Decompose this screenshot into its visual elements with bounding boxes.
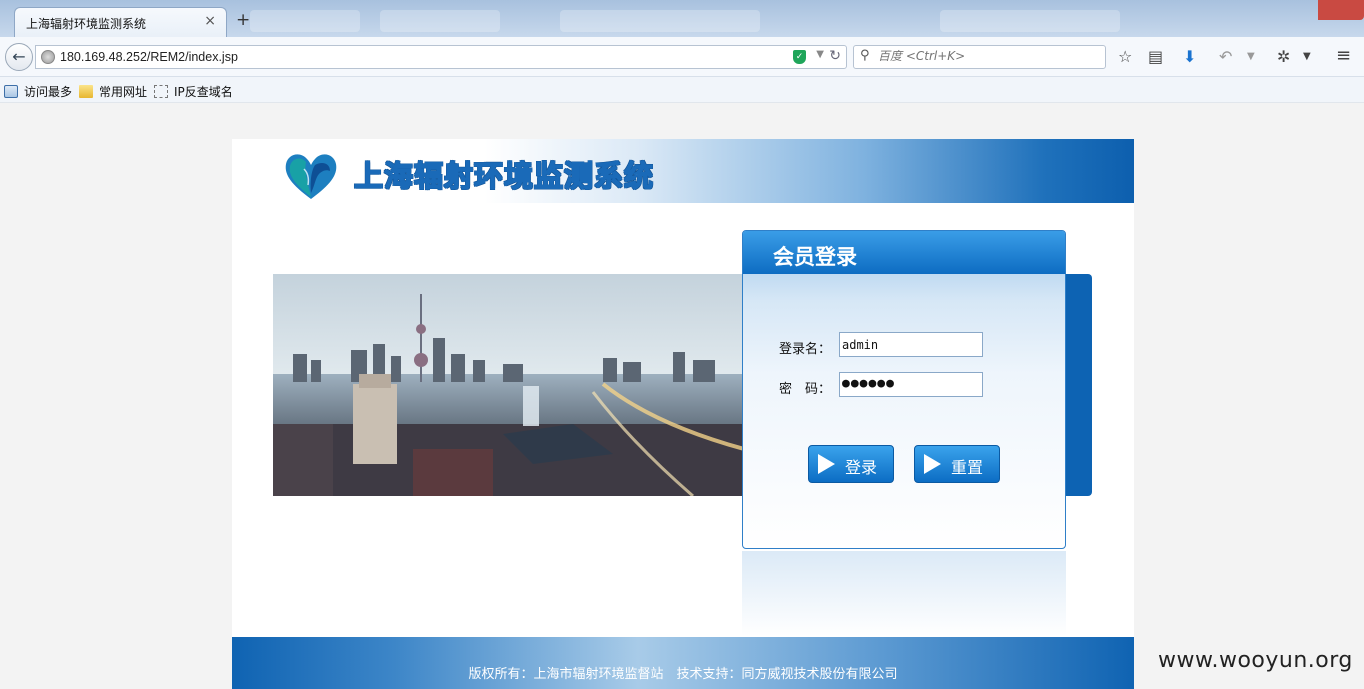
login-button[interactable]: 登录 <box>808 445 894 483</box>
search-icon: ⚲ <box>860 48 870 63</box>
tab-title: 上海辐射环境监测系统 <box>26 17 147 31</box>
reset-button-label: 重置 <box>951 458 984 477</box>
play-arrow-icon <box>924 454 941 474</box>
site-title: 上海辐射环境监测系统 <box>353 158 655 193</box>
heart-logo-icon <box>285 154 337 199</box>
shield-icon[interactable]: ✓ <box>793 50 806 64</box>
dropdown-arrow-icon[interactable]: ▼ <box>1247 51 1255 62</box>
watermark: www.wooyun.org <box>1158 648 1353 673</box>
dropdown-arrow-icon[interactable]: ▼ <box>1303 51 1311 62</box>
username-field[interactable] <box>839 332 983 357</box>
maximize-button[interactable] <box>1288 0 1318 20</box>
city-skyline-image <box>273 274 744 496</box>
bookmark-most-visited[interactable]: 访问最多 <box>4 83 72 100</box>
site-header: 上海辐射环境监测系统 <box>232 139 1134 203</box>
close-tab-icon[interactable]: × <box>204 13 216 29</box>
download-arrow-icon[interactable]: ⬇ <box>1183 47 1196 66</box>
password-field[interactable]: ●●●●●● <box>839 372 983 397</box>
search-box[interactable]: ⚲ <box>853 45 1106 69</box>
background-tab[interactable] <box>560 10 760 32</box>
reset-button[interactable]: 重置 <box>914 445 1000 483</box>
navigation-bar: ← 180.169.48.252/REM2/index.jsp ✓ ▼ ↻ ⚲ … <box>0 37 1364 77</box>
window-close-button[interactable] <box>1318 0 1364 20</box>
search-input[interactable] <box>878 49 1098 63</box>
bookmark-ip-lookup[interactable]: IP反查域名 <box>154 83 233 100</box>
browser-tab[interactable]: 上海辐射环境监测系统 × <box>14 7 227 37</box>
globe-icon <box>41 50 55 64</box>
window-controls <box>1258 0 1364 22</box>
reading-list-icon[interactable]: ▤ <box>1148 47 1163 66</box>
bookmark-label: 访问最多 <box>24 85 73 99</box>
panel-reflection <box>742 551 1066 636</box>
login-page: 上海辐射环境监测系统 会员登录 登录名： admin 密 码： ●●●●●● 登… <box>232 139 1134 689</box>
url-text[interactable]: 180.169.48.252/REM2/index.jsp <box>60 50 238 64</box>
username-label: 登录名： <box>779 342 832 357</box>
login-title: 会员登录 <box>773 245 857 269</box>
address-bar[interactable]: 180.169.48.252/REM2/index.jsp ✓ ▼ ↻ <box>35 45 847 69</box>
most-visited-icon <box>4 85 18 98</box>
login-header: 会员登录 <box>743 231 1065 274</box>
login-panel: 会员登录 登录名： 密 码： ●●●●●● 登录 重置 <box>742 230 1066 549</box>
page-icon <box>154 85 168 98</box>
play-arrow-icon <box>818 454 835 474</box>
password-label: 密 码： <box>779 382 832 397</box>
footer-copyright: 版权所有：上海市辐射环境监督站 技术支持：同方威视技术股份有限公司 <box>468 667 898 682</box>
folder-icon <box>79 85 93 98</box>
bookmark-common-sites[interactable]: 常用网址 <box>79 83 147 100</box>
bookmarks-bar: 访问最多 常用网址 IP反查域名 <box>0 77 1364 103</box>
star-bookmark-icon[interactable]: ☆ <box>1118 47 1132 66</box>
background-tab[interactable] <box>250 10 360 32</box>
menu-icon[interactable]: ≡ <box>1336 45 1351 66</box>
reload-icon[interactable]: ↻ <box>829 48 841 64</box>
bookmark-label: 常用网址 <box>99 85 148 99</box>
login-button-label: 登录 <box>845 458 878 477</box>
bookmark-label: IP反查域名 <box>174 85 233 99</box>
tab-bar: 上海辐射环境监测系统 × + <box>0 0 1364 37</box>
undo-icon[interactable]: ↶ <box>1219 47 1232 66</box>
background-tab[interactable] <box>380 10 500 32</box>
new-tab-button[interactable]: + <box>236 10 250 30</box>
dropdown-arrow-icon[interactable]: ▼ <box>816 49 824 60</box>
minimize-button[interactable] <box>1258 0 1288 20</box>
background-tab[interactable] <box>940 10 1120 32</box>
back-arrow-icon[interactable]: ← <box>5 43 33 71</box>
site-footer: 版权所有：上海市辐射环境监督站 技术支持：同方威视技术股份有限公司 <box>232 637 1134 689</box>
extension-icon[interactable]: ✲ <box>1277 47 1290 66</box>
